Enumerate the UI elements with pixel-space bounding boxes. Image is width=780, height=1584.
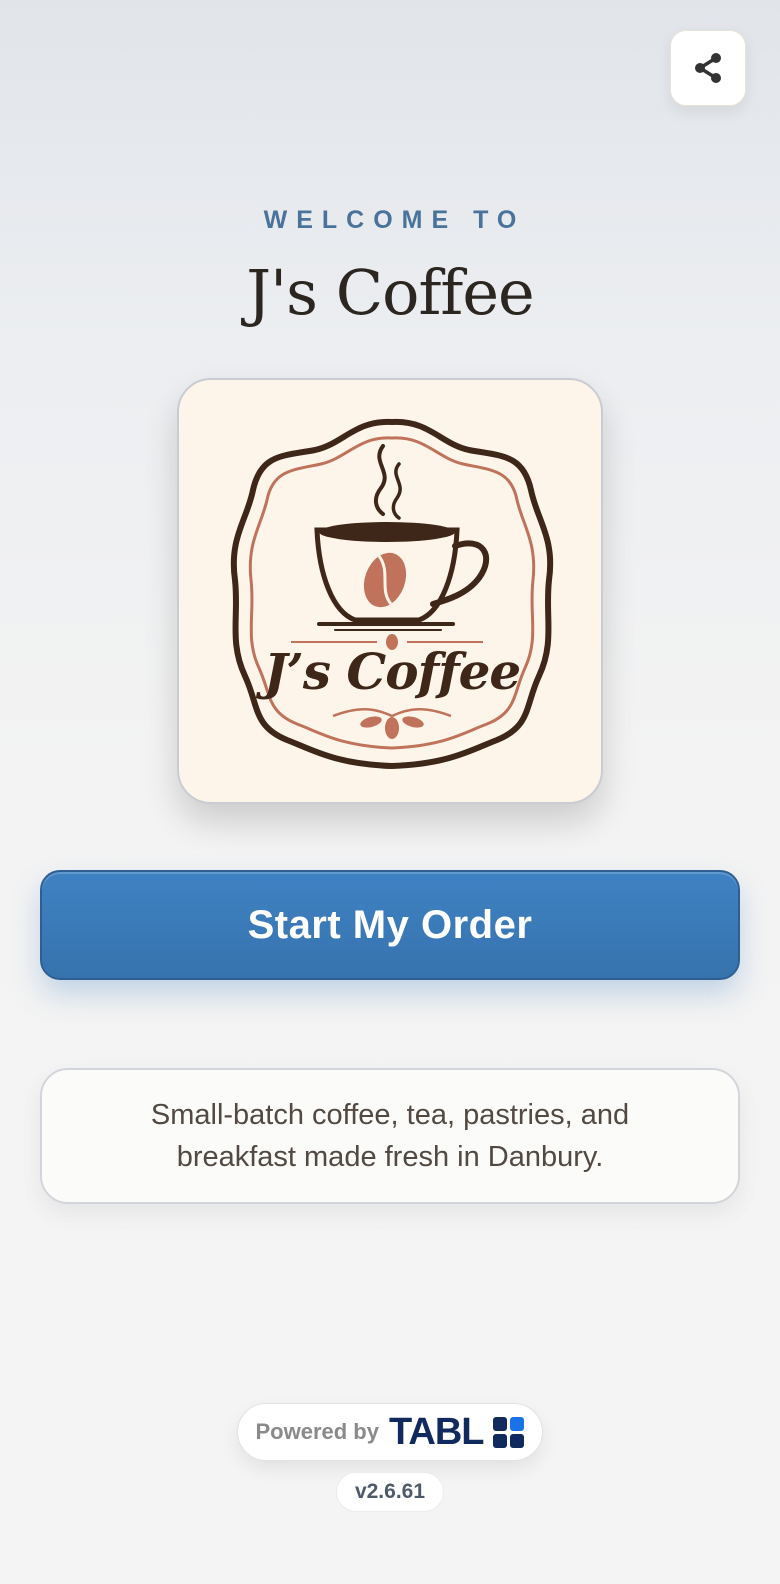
- powered-by-badge[interactable]: Powered by TABL: [237, 1403, 543, 1461]
- powered-by-label: Powered by: [255, 1419, 379, 1444]
- store-description: Small-batch coffee, tea, pastries, and b…: [150, 1099, 630, 1173]
- logo-wordmark: J’s Coffee: [263, 642, 521, 701]
- store-logo: J’s Coffee: [177, 378, 603, 804]
- store-description-card: Small-batch coffee, tea, pastries, and b…: [40, 1068, 740, 1204]
- page-title: J's Coffee: [246, 256, 534, 329]
- tabl-brand-name: TABL: [388, 1410, 484, 1453]
- tabl-logo-icon: [493, 1416, 525, 1448]
- welcome-label: WELCOME TO: [263, 206, 526, 234]
- share-button[interactable]: [670, 30, 746, 106]
- start-order-button[interactable]: Start My Order: [40, 870, 740, 980]
- share-icon: [695, 53, 721, 83]
- steam-icon: [374, 444, 387, 516]
- coffee-cup-icon: [314, 522, 490, 631]
- version-badge: v2.6.61: [336, 1472, 444, 1512]
